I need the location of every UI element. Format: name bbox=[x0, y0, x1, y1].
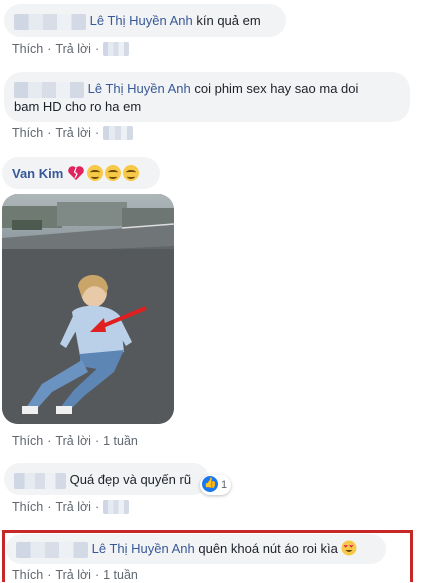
comment-text: coi phim sex hay sao ma doi bbox=[190, 81, 359, 96]
reaction-count-badge[interactable]: 1 bbox=[200, 475, 232, 495]
photo-image bbox=[2, 194, 174, 424]
redacted-timestamp bbox=[103, 126, 134, 140]
like-link[interactable]: Thích bbox=[12, 42, 43, 56]
like-link[interactable]: Thích bbox=[12, 434, 43, 448]
comment-text: kín quả em bbox=[192, 13, 261, 28]
redacted-author-name bbox=[14, 81, 84, 98]
comment-actions-1: Thích · Trả lời · bbox=[12, 41, 130, 57]
reply-link[interactable]: Trả lời bbox=[55, 126, 91, 140]
reply-link[interactable]: Trả lời bbox=[55, 42, 91, 56]
reply-link[interactable]: Trả lời bbox=[55, 568, 91, 582]
redacted-author-name bbox=[14, 472, 66, 489]
comment-bubble-5: Lê Thị Huyền Anh quên khoá nút áo roi kì… bbox=[6, 534, 386, 564]
redacted-author-name bbox=[16, 541, 88, 558]
comment-bubble-3: Van Kim bbox=[2, 157, 160, 189]
heart-eyes-icon bbox=[341, 540, 357, 556]
comment-actions-3: Thích · Trả lời · 1 tuần bbox=[12, 434, 138, 448]
comment-actions-5: Thích · Trả lời · 1 tuần bbox=[12, 568, 138, 582]
comment-actions-4: Thích · Trả lời · bbox=[12, 499, 130, 515]
timestamp[interactable]: 1 tuần bbox=[103, 568, 138, 582]
mention-link[interactable]: Lê Thị Huyền Anh bbox=[92, 541, 195, 556]
redacted-timestamp bbox=[103, 500, 130, 514]
heart-break-icon bbox=[68, 166, 84, 180]
comment-author[interactable]: Van Kim bbox=[12, 166, 63, 181]
mention-link[interactable]: Lê Thị Huyền Anh bbox=[90, 13, 193, 28]
mention-link[interactable]: Lê Thị Huyền Anh bbox=[88, 81, 191, 96]
like-link[interactable]: Thích bbox=[12, 568, 43, 582]
like-reaction-icon bbox=[202, 476, 218, 492]
smile-icon bbox=[122, 165, 139, 181]
redacted-author-name bbox=[14, 13, 86, 30]
comment-text: Quá đẹp và quyến rũ bbox=[69, 472, 192, 487]
timestamp[interactable]: 1 tuần bbox=[103, 434, 138, 448]
comment-bubble-2: Lê Thị Huyền Anh coi phim sex hay sao ma… bbox=[4, 72, 410, 122]
like-link[interactable]: Thích bbox=[12, 500, 43, 514]
redacted-timestamp bbox=[103, 42, 130, 56]
reaction-count: 1 bbox=[221, 479, 228, 491]
smile-icon bbox=[86, 165, 103, 181]
reply-link[interactable]: Trả lời bbox=[55, 500, 91, 514]
smile-icon bbox=[104, 165, 121, 181]
reply-link[interactable]: Trả lời bbox=[55, 434, 91, 448]
like-link[interactable]: Thích bbox=[12, 126, 43, 140]
comment-bubble-1: Lê Thị Huyền Anh kín quả em bbox=[4, 4, 286, 37]
comment-text: quên khoá nút áo roi kìa bbox=[194, 541, 338, 556]
comment-text-line2: bam HD cho ro ha em bbox=[14, 98, 142, 114]
comment-photo[interactable] bbox=[2, 194, 174, 424]
comment-bubble-4: Quá đẹp và quyến rũ bbox=[4, 463, 209, 495]
comment-actions-2: Thích · Trả lời · bbox=[12, 125, 134, 141]
